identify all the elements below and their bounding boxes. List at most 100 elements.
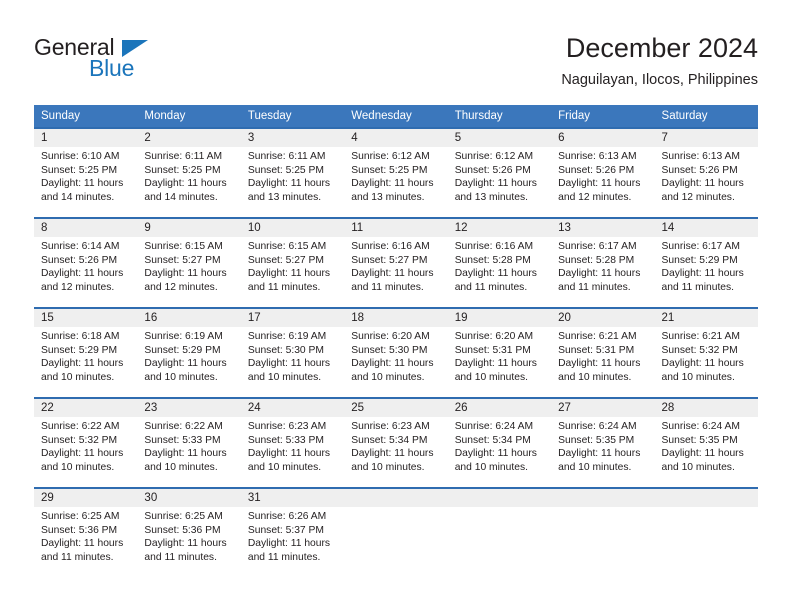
day-number: 8 [34,219,138,237]
sunrise-text: Sunrise: 6:15 AM [247,241,327,252]
day-cell[interactable]: 23 Sunrise: 6:22 AM Sunset: 5:33 PM Dayl… [137,399,241,487]
day-cell[interactable]: 10 Sunrise: 6:15 AM Sunset: 5:27 PM Dayl… [240,219,345,307]
calendar-week-row: 1 Sunrise: 6:10 AM Sunset: 5:25 PM Dayli… [34,127,758,217]
day-cell[interactable]: 15 Sunrise: 6:18 AM Sunset: 5:29 PM Dayl… [34,309,138,397]
sunrise-text: Sunrise: 6:19 AM [247,331,327,342]
day-cell[interactable]: 11 Sunrise: 6:16 AM Sunset: 5:27 PM Dayl… [344,219,448,307]
day-cell[interactable]: 9 Sunrise: 6:15 AM Sunset: 5:27 PM Dayli… [137,219,241,307]
day-cell[interactable]: 16 Sunrise: 6:19 AM Sunset: 5:29 PM Dayl… [137,309,241,397]
day-cell[interactable]: 19 Sunrise: 6:20 AM Sunset: 5:31 PM Dayl… [447,309,552,397]
day-cell[interactable]: 7 Sunrise: 6:13 AM Sunset: 5:26 PM Dayli… [654,129,758,217]
daylight-text-line1: Daylight: 11 hours [144,448,227,460]
day-number: 1 [34,129,138,147]
daylight-text-line1: Daylight: 11 hours [454,178,537,190]
sunrise-text: Sunrise: 6:26 AM [247,511,327,522]
day-number: 24 [240,399,345,417]
daylight-text-line2: and 10 minutes. [247,461,322,473]
day-number [447,489,552,507]
sunset-text: Sunset: 5:35 PM [558,434,635,446]
day-number: 4 [344,129,448,147]
daylight-text-line1: Daylight: 11 hours [144,178,227,190]
day-details: Sunrise: 6:26 AM Sunset: 5:37 PM Dayligh… [241,507,344,564]
daylight-text-line1: Daylight: 11 hours [454,268,537,280]
sunrise-text: Sunrise: 6:15 AM [144,241,223,252]
sunset-text: Sunset: 5:30 PM [247,344,324,356]
sunrise-text: Sunrise: 6:14 AM [41,241,120,252]
sunrise-text: Sunrise: 6:11 AM [144,151,223,162]
day-cell[interactable]: 18 Sunrise: 6:20 AM Sunset: 5:30 PM Dayl… [344,309,448,397]
sunset-text: Sunset: 5:25 PM [351,164,428,176]
day-cell[interactable]: 12 Sunrise: 6:16 AM Sunset: 5:28 PM Dayl… [447,219,552,307]
day-details: Sunrise: 6:22 AM Sunset: 5:32 PM Dayligh… [34,417,137,474]
daylight-text-line2: and 10 minutes. [661,461,735,473]
daylight-text-line2: and 13 minutes. [351,191,425,203]
sunrise-text: Sunrise: 6:24 AM [454,421,534,432]
general-blue-logo[interactable]: General Blue [34,34,234,88]
day-details: Sunrise: 6:24 AM Sunset: 5:35 PM Dayligh… [551,417,654,474]
daylight-text-line2: and 13 minutes. [247,191,322,203]
sunrise-text: Sunrise: 6:16 AM [454,241,534,252]
day-number [551,489,655,507]
day-cell[interactable]: 8 Sunrise: 6:14 AM Sunset: 5:26 PM Dayli… [34,219,138,307]
daylight-text-line1: Daylight: 11 hours [558,178,641,190]
daylight-text-line2: and 11 minutes. [144,551,217,563]
daylight-text-line1: Daylight: 11 hours [144,538,227,550]
day-number: 28 [654,399,758,417]
daylight-text-line1: Daylight: 11 hours [351,448,434,460]
day-number: 7 [654,129,758,147]
weekday-header-friday: Friday [558,110,591,122]
daylight-text-line2: and 11 minutes. [661,281,735,293]
day-details: Sunrise: 6:15 AM Sunset: 5:27 PM Dayligh… [241,237,344,294]
day-cell[interactable]: 22 Sunrise: 6:22 AM Sunset: 5:32 PM Dayl… [34,399,138,487]
daylight-text-line2: and 10 minutes. [351,371,425,383]
day-cell[interactable]: 30 Sunrise: 6:25 AM Sunset: 5:36 PM Dayl… [137,489,241,577]
daylight-text-line2: and 11 minutes. [351,281,424,293]
sunrise-text: Sunrise: 6:12 AM [454,151,534,162]
day-cell[interactable]: 21 Sunrise: 6:21 AM Sunset: 5:32 PM Dayl… [654,309,758,397]
day-cell[interactable]: 24 Sunrise: 6:23 AM Sunset: 5:33 PM Dayl… [240,399,345,487]
day-cell[interactable]: 3 Sunrise: 6:11 AM Sunset: 5:25 PM Dayli… [240,129,345,217]
day-cell[interactable]: 1 Sunrise: 6:10 AM Sunset: 5:25 PM Dayli… [34,129,138,217]
daylight-text-line2: and 11 minutes. [41,551,114,563]
day-cell-empty [551,489,655,577]
day-details: Sunrise: 6:24 AM Sunset: 5:34 PM Dayligh… [448,417,551,474]
sunset-text: Sunset: 5:29 PM [661,254,738,266]
day-number: 27 [551,399,655,417]
day-cell[interactable]: 26 Sunrise: 6:24 AM Sunset: 5:34 PM Dayl… [447,399,552,487]
daylight-text-line2: and 11 minutes. [247,281,321,293]
day-cell[interactable]: 14 Sunrise: 6:17 AM Sunset: 5:29 PM Dayl… [654,219,758,307]
day-details: Sunrise: 6:23 AM Sunset: 5:33 PM Dayligh… [241,417,344,474]
day-cell[interactable]: 28 Sunrise: 6:24 AM Sunset: 5:35 PM Dayl… [654,399,758,487]
day-cell[interactable]: 5 Sunrise: 6:12 AM Sunset: 5:26 PM Dayli… [447,129,552,217]
sunrise-text: Sunrise: 6:17 AM [661,241,740,252]
sunset-text: Sunset: 5:33 PM [247,434,324,446]
weekday-header-wednesday: Wednesday [351,110,412,122]
day-number: 23 [137,399,241,417]
day-number: 9 [137,219,241,237]
daylight-text-line2: and 10 minutes. [247,371,322,383]
sunrise-text: Sunrise: 6:21 AM [661,331,740,342]
daylight-text-line2: and 12 minutes. [558,191,632,203]
day-cell[interactable]: 2 Sunrise: 6:11 AM Sunset: 5:25 PM Dayli… [137,129,241,217]
day-cell[interactable]: 17 Sunrise: 6:19 AM Sunset: 5:30 PM Dayl… [240,309,345,397]
sunrise-text: Sunrise: 6:25 AM [144,511,223,522]
sunrise-text: Sunrise: 6:12 AM [351,151,430,162]
daylight-text-line1: Daylight: 11 hours [41,538,124,550]
day-cell[interactable]: 13 Sunrise: 6:17 AM Sunset: 5:28 PM Dayl… [551,219,655,307]
day-number: 15 [34,309,138,327]
calendar-page: General Blue December 2024 Naguilayan, I… [0,0,792,612]
day-details: Sunrise: 6:11 AM Sunset: 5:25 PM Dayligh… [241,147,344,204]
day-details: Sunrise: 6:19 AM Sunset: 5:30 PM Dayligh… [241,327,344,384]
day-cell[interactable]: 6 Sunrise: 6:13 AM Sunset: 5:26 PM Dayli… [551,129,655,217]
day-number: 12 [447,219,552,237]
day-cell[interactable]: 27 Sunrise: 6:24 AM Sunset: 5:35 PM Dayl… [551,399,655,487]
weekday-header-sunday: Sunday [41,110,81,122]
day-cell[interactable]: 31 Sunrise: 6:26 AM Sunset: 5:37 PM Dayl… [240,489,345,577]
day-cell[interactable]: 20 Sunrise: 6:21 AM Sunset: 5:31 PM Dayl… [551,309,655,397]
sunset-text: Sunset: 5:37 PM [247,524,324,536]
day-cell[interactable]: 25 Sunrise: 6:23 AM Sunset: 5:34 PM Dayl… [344,399,448,487]
sunset-text: Sunset: 5:29 PM [41,344,118,356]
sunrise-text: Sunrise: 6:20 AM [351,331,430,342]
day-cell[interactable]: 29 Sunrise: 6:25 AM Sunset: 5:36 PM Dayl… [34,489,138,577]
day-cell[interactable]: 4 Sunrise: 6:12 AM Sunset: 5:25 PM Dayli… [344,129,448,217]
